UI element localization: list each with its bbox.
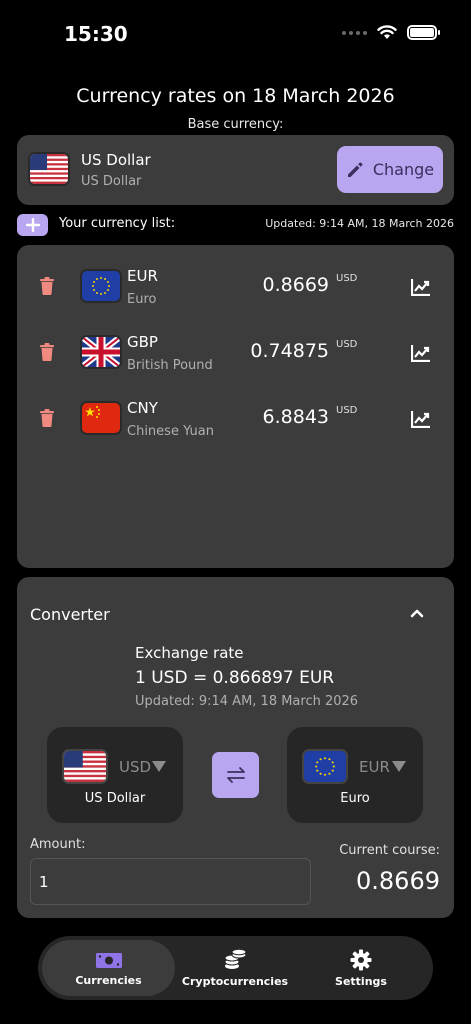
tab-cryptocurrencies[interactable]: Cryptocurrencies [178, 936, 292, 1000]
plus-icon [25, 218, 40, 232]
currency-list-card: EUR Euro 0.8669 USD GBP British Pound 0.… [17, 245, 454, 568]
chart-line-icon[interactable] [411, 344, 431, 362]
us-flag-icon [30, 154, 68, 184]
current-course-label: Current course: [339, 843, 440, 858]
exchange-rate-label: Exchange rate [135, 644, 244, 662]
currency-rate: 6.8843 [262, 406, 329, 428]
currency-rate: 0.74875 [250, 340, 329, 362]
to-currency-name: Euro [340, 791, 370, 806]
trash-icon[interactable] [39, 277, 55, 295]
from-currency-name: US Dollar [84, 791, 146, 806]
currency-code: GBP [127, 333, 158, 351]
uk-flag-icon [82, 337, 120, 367]
chart-line-icon[interactable] [411, 410, 431, 428]
chart-line-icon[interactable] [411, 278, 431, 296]
chevron-up-icon[interactable] [410, 608, 424, 618]
converter-title: Converter [30, 605, 110, 624]
to-currency-selector[interactable]: EUR Euro [287, 727, 423, 823]
base-currency-card: US Dollar US Dollar Change [17, 135, 454, 205]
eu-flag-icon [82, 271, 120, 301]
currency-name: Chinese Yuan [127, 424, 214, 439]
tab-currencies[interactable]: Currencies [42, 936, 175, 1000]
banknote-icon [95, 952, 122, 968]
amount-label: Amount: [30, 837, 86, 852]
base-currency-subtitle: US Dollar [81, 174, 142, 189]
currency-name: Euro [127, 292, 157, 307]
status-time: 15:30 [64, 22, 128, 46]
from-currency-code: USD [119, 758, 152, 776]
list-updated-time: Updated: 9:14 AM, 18 March 2026 [265, 217, 454, 230]
page-title: Currency rates on 18 March 2026 [76, 85, 395, 107]
change-base-currency-button[interactable]: Change [337, 146, 443, 193]
currency-code: CNY [127, 399, 158, 417]
us-flag-icon [64, 751, 106, 782]
tab-label: Currencies [75, 973, 142, 987]
wifi-icon [377, 25, 397, 39]
amount-input[interactable] [30, 858, 311, 905]
dropdown-triangle-icon [152, 761, 166, 772]
currency-code: EUR [127, 267, 158, 285]
coins-stack-icon [224, 948, 247, 969]
rate-unit: USD [336, 339, 358, 350]
exchange-rate-value: 1 USD = 0.866897 EUR [135, 668, 335, 688]
tab-bar: Currencies Cryptocurrencies Settings [38, 936, 433, 1000]
trash-icon[interactable] [39, 343, 55, 361]
change-button-label: Change [372, 160, 435, 179]
tab-label: Settings [335, 974, 387, 988]
currency-rate: 0.8669 [262, 274, 329, 296]
swap-currencies-button[interactable] [212, 752, 259, 798]
rate-unit: USD [336, 405, 358, 416]
to-currency-code: EUR [359, 758, 390, 776]
tab-settings[interactable]: Settings [300, 936, 422, 1000]
pencil-icon [347, 162, 363, 177]
dropdown-triangle-icon [392, 761, 406, 772]
list-item: CNY Chinese Yuan 6.8843 USD [17, 388, 454, 454]
trash-icon[interactable] [39, 409, 55, 427]
eu-flag-icon [304, 751, 346, 782]
base-currency-name: US Dollar [81, 151, 151, 169]
currency-name: British Pound [127, 358, 213, 373]
list-item: EUR Euro 0.8669 USD [17, 256, 454, 322]
signal-icon [342, 30, 367, 35]
rate-unit: USD [336, 273, 358, 284]
swap-arrows-icon [226, 767, 245, 783]
battery-icon [407, 25, 440, 40]
gear-icon [350, 949, 372, 970]
status-icons [342, 25, 440, 40]
from-currency-selector[interactable]: USD US Dollar [47, 727, 183, 823]
current-course-value: 0.8669 [356, 867, 440, 895]
add-currency-button[interactable] [17, 214, 48, 236]
tab-label: Cryptocurrencies [181, 974, 289, 988]
base-currency-label: Base currency: [187, 117, 284, 132]
list-item: GBP British Pound 0.74875 USD [17, 322, 454, 388]
cn-flag-icon [82, 403, 120, 433]
converter-card: Converter Exchange rate 1 USD = 0.866897… [17, 577, 454, 918]
currency-list-label: Your currency list: [59, 216, 176, 231]
converter-updated-time: Updated: 9:14 AM, 18 March 2026 [135, 694, 359, 709]
